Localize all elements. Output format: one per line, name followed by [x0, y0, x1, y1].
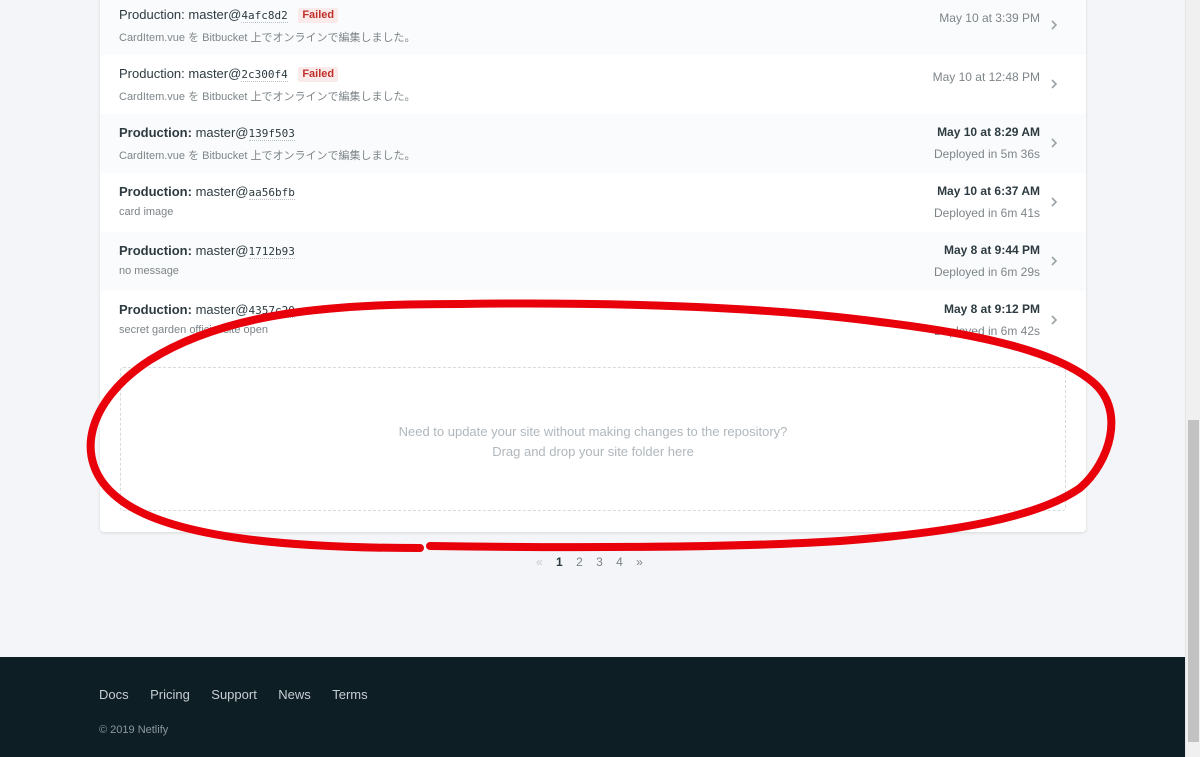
pagination-page-3[interactable]: 3 — [596, 555, 603, 569]
commit-message: no message — [119, 265, 179, 277]
deploy-duration: Deployed in 5m 36s — [933, 147, 1040, 161]
deploy-title: Production: master@4357c20 — [119, 302, 295, 318]
commit-sha-link[interactable]: aa56bfb — [248, 186, 295, 200]
deploy-duration: Deployed in 6m 41s — [933, 206, 1040, 220]
deploy-duration: Deployed in 6m 29s — [933, 265, 1040, 279]
deploy-duration: Deployed in 6m 42s — [933, 324, 1040, 338]
deploy-branch: master@ — [195, 184, 249, 199]
chevron-right-icon — [1051, 197, 1058, 207]
deploy-context: Production: — [119, 302, 192, 317]
deploy-title: Production: master@aa56bfb — [119, 184, 295, 200]
footer-links: Docs Pricing Support News Terms — [99, 686, 385, 704]
footer: Docs Pricing Support News Terms © 2019 N… — [0, 657, 1185, 757]
drag-and-drop-zone[interactable]: Need to update your site without making … — [120, 367, 1066, 511]
deploy-row[interactable]: Production: master@2c300f4 Failed CardIt… — [100, 55, 1086, 114]
deploy-time: May 10 at 12:48 PM — [932, 70, 1040, 84]
footer-link-terms[interactable]: Terms — [332, 687, 367, 702]
deploy-row[interactable]: Production: master@4357c20 secret garden… — [100, 291, 1086, 350]
deploy-row[interactable]: Production: master@139f503 CardItem.vue … — [100, 114, 1086, 173]
pagination-next[interactable]: » — [636, 555, 643, 569]
pagination: « 1 2 3 4 » — [536, 555, 653, 569]
deploy-time: May 10 at 8:29 AM — [937, 125, 1040, 139]
commit-sha-link[interactable]: 4357c20 — [248, 304, 295, 318]
footer-link-support[interactable]: Support — [211, 687, 257, 702]
deploy-time: May 8 at 9:12 PM — [943, 302, 1040, 316]
deploy-context: Production: — [119, 184, 192, 199]
chevron-right-icon — [1051, 79, 1058, 89]
dropzone-instruction: Drag and drop your site folder here — [492, 444, 694, 459]
deploy-title: Production: master@1712b93 — [119, 243, 295, 259]
deploy-title: Production: master@4afc8d2 Failed — [119, 7, 339, 23]
deploy-context: Production: — [119, 125, 192, 140]
commit-message: CardItem.vue を Bitbucket 上でオンラインで編集しました。 — [119, 91, 416, 103]
deploy-row[interactable]: Production: master@4afc8d2 Failed CardIt… — [100, 0, 1086, 55]
commit-message: secret garden official site open — [119, 324, 268, 336]
chevron-right-icon — [1051, 315, 1058, 325]
deploy-list-card: Production: master@4afc8d2 Failed CardIt… — [100, 0, 1086, 532]
footer-link-docs[interactable]: Docs — [99, 687, 129, 702]
pagination-page-2[interactable]: 2 — [576, 555, 583, 569]
deploy-context: Production: — [119, 7, 185, 22]
chevron-right-icon — [1051, 256, 1058, 266]
deploy-time: May 10 at 6:37 AM — [937, 184, 1040, 198]
deploy-context: Production: — [119, 243, 192, 258]
commit-sha-link[interactable]: 1712b93 — [248, 245, 295, 259]
commit-sha-link[interactable]: 139f503 — [248, 127, 295, 141]
commit-message: card image — [119, 206, 174, 218]
chevron-right-icon — [1051, 20, 1058, 30]
deploy-context: Production: — [119, 66, 185, 81]
chevron-right-icon — [1051, 138, 1058, 148]
dropzone-prompt: Need to update your site without making … — [398, 424, 788, 439]
pagination-prev: « — [536, 555, 543, 569]
commit-message: CardItem.vue を Bitbucket 上でオンラインで編集しました。 — [119, 150, 416, 162]
pagination-page-1[interactable]: 1 — [556, 555, 563, 569]
deploy-title: Production: master@139f503 — [119, 125, 295, 141]
deploy-title: Production: master@2c300f4 Failed — [119, 66, 339, 82]
vertical-scrollbar[interactable] — [1185, 0, 1200, 757]
failed-badge: Failed — [298, 8, 339, 23]
deploy-branch: master@ — [195, 302, 249, 317]
commit-sha-link[interactable]: 4afc8d2 — [241, 9, 288, 23]
deploy-time: May 8 at 9:44 PM — [943, 243, 1040, 257]
deploy-branch: master@ — [188, 66, 242, 81]
deploy-time: May 10 at 3:39 PM — [939, 11, 1040, 25]
deploy-row[interactable]: Production: master@1712b93 no message Ma… — [100, 232, 1086, 291]
deploy-row[interactable]: Production: master@aa56bfb card image Ma… — [100, 173, 1086, 232]
scrollbar-thumb[interactable] — [1188, 420, 1199, 742]
deploy-branch: master@ — [195, 125, 249, 140]
footer-link-news[interactable]: News — [278, 687, 311, 702]
failed-badge: Failed — [298, 67, 339, 82]
pagination-page-4[interactable]: 4 — [616, 555, 623, 569]
commit-message: CardItem.vue を Bitbucket 上でオンラインで編集しました。 — [119, 32, 416, 44]
deploy-branch: master@ — [195, 243, 249, 258]
commit-sha-link[interactable]: 2c300f4 — [241, 68, 288, 82]
copyright: © 2019 Netlify — [99, 724, 169, 736]
deploy-branch: master@ — [188, 7, 242, 22]
footer-link-pricing[interactable]: Pricing — [150, 687, 190, 702]
